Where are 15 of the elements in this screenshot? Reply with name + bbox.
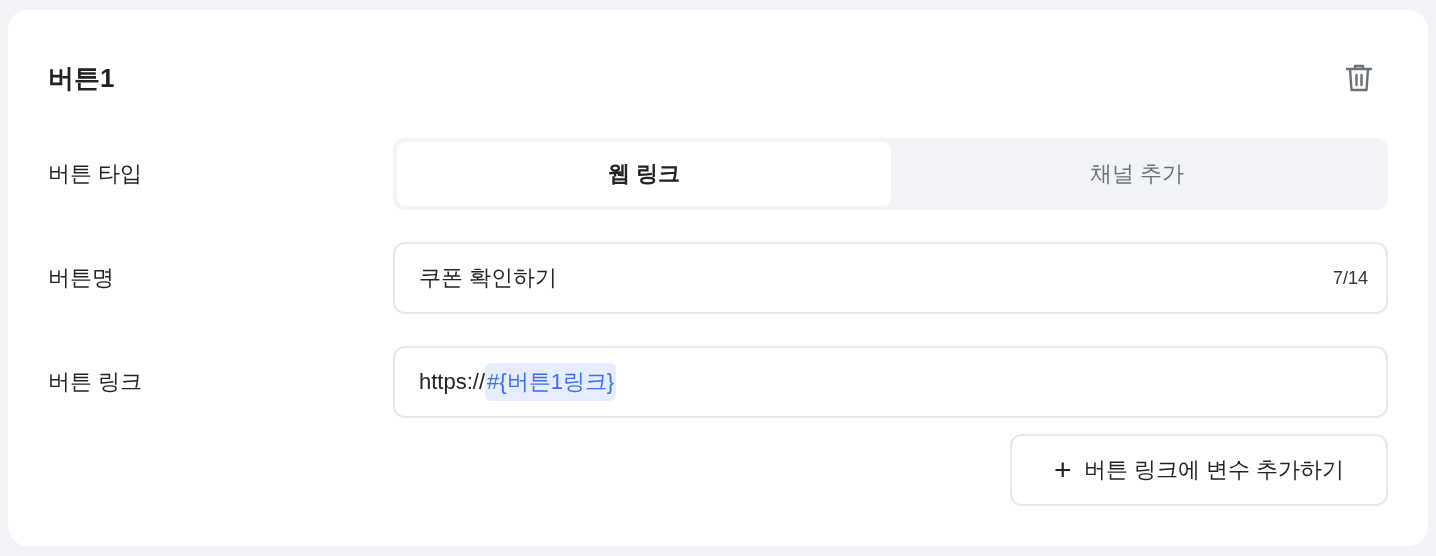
segment-tab[interactable]: 웹 링크 bbox=[397, 142, 891, 206]
field-value: https:// bbox=[419, 369, 486, 395]
segment-tab[interactable]: 채널 추가 bbox=[890, 142, 1384, 206]
add-variable-button[interactable]: + 버튼 링크에 변수 추가하기 bbox=[1010, 434, 1388, 506]
plus-icon: + bbox=[1054, 455, 1072, 485]
field-label: 버튼 링크 bbox=[48, 368, 144, 396]
input-field[interactable]: 쿠폰 확인하기 7/14 bbox=[393, 242, 1388, 314]
character-counter: 7/14 bbox=[1332, 267, 1368, 289]
delete-icon[interactable] bbox=[1344, 62, 1374, 94]
field-label: 버튼 타입 bbox=[48, 160, 144, 188]
card-title: 버튼1 bbox=[48, 61, 115, 95]
input-field[interactable]: https://#{버튼1링크} bbox=[393, 346, 1388, 418]
field-value: 쿠폰 확인하기 bbox=[419, 264, 558, 292]
field-label: 버튼명 bbox=[48, 264, 115, 292]
variable-tag: #{버튼1링크} bbox=[485, 363, 617, 401]
